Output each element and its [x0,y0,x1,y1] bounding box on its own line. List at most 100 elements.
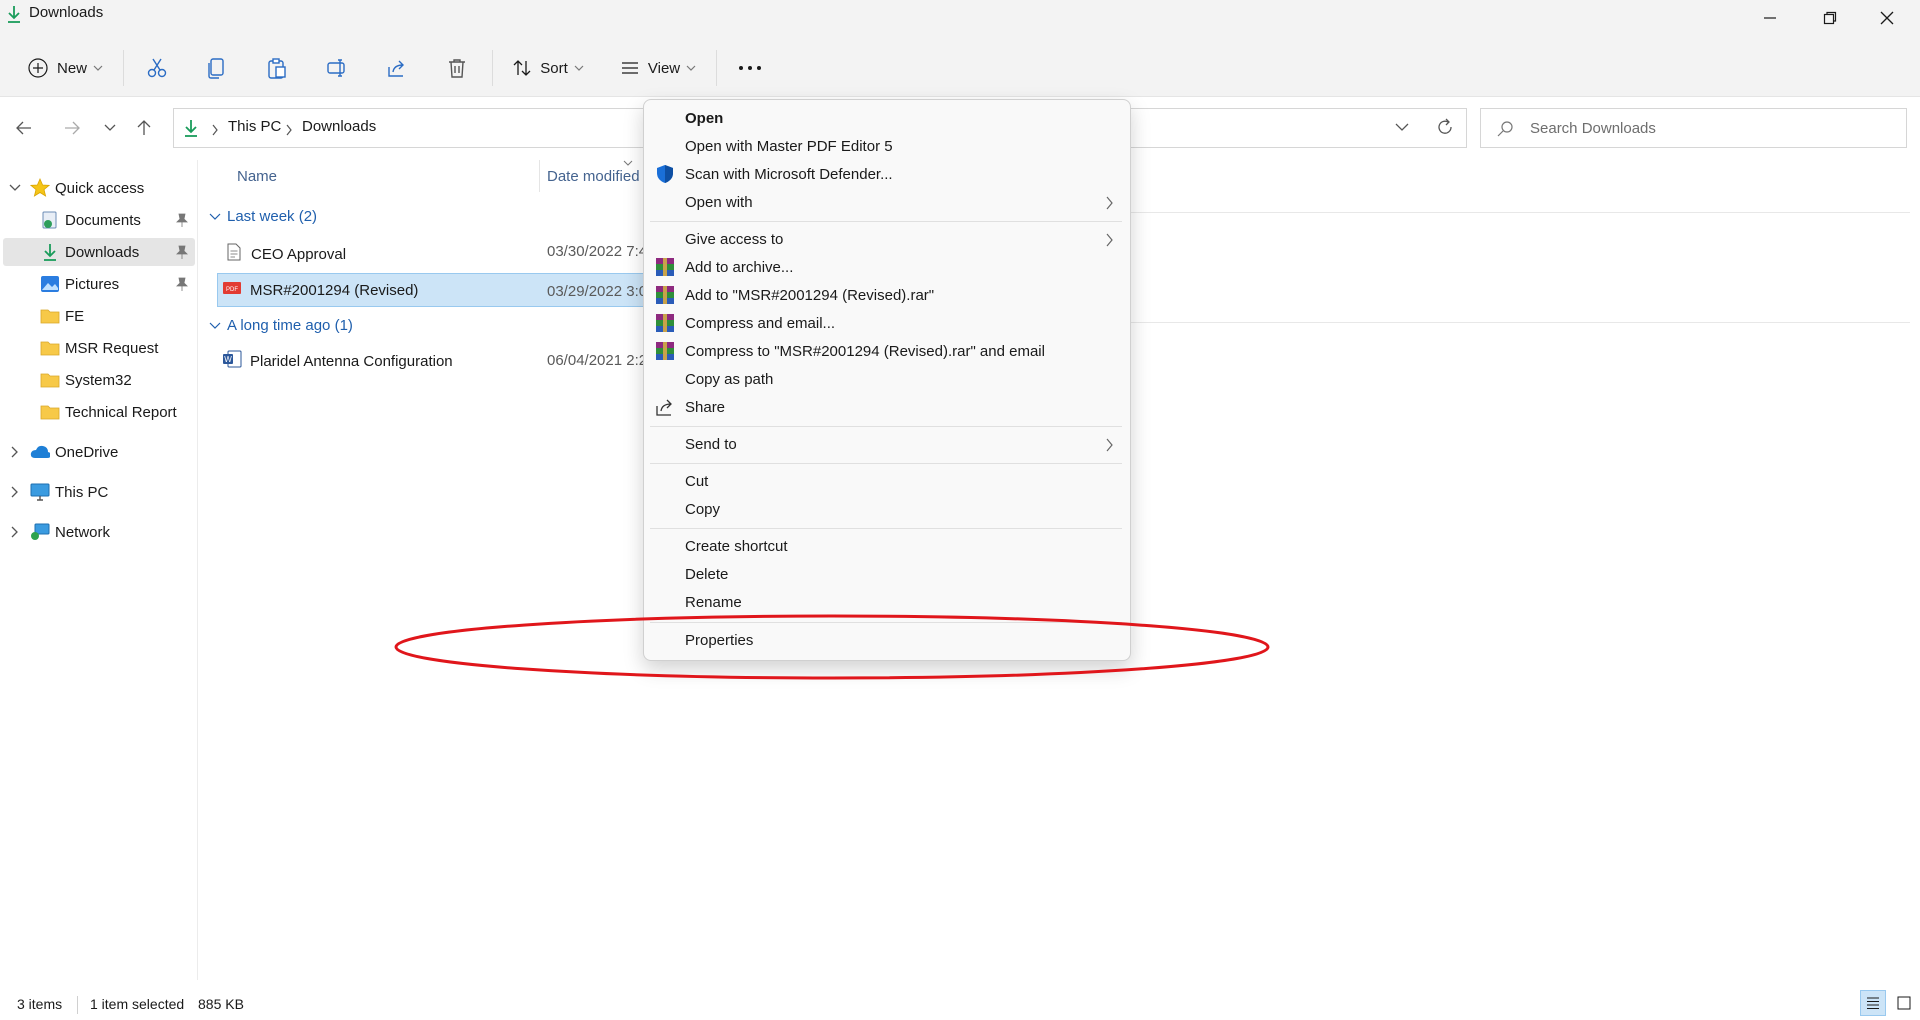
sidebar-item-pictures[interactable]: Pictures [40,270,190,298]
scissors-icon [147,58,167,78]
forward-button[interactable] [62,118,86,140]
menu-item-give-access[interactable]: Give access to [685,231,783,248]
view-button[interactable]: View [615,50,701,86]
delete-button[interactable] [440,50,474,86]
menu-item-send-to[interactable]: Send to [685,436,737,453]
breadcrumb-downloads[interactable]: Downloads [302,118,376,135]
group-header-last-week[interactable]: Last week (2) [209,208,317,225]
status-item-count: 3 items [17,996,63,1012]
cut-button[interactable] [140,50,174,86]
new-button[interactable]: New [22,50,108,86]
sidebar-item-downloads[interactable]: Downloads [40,238,190,266]
sidebar-item-quick-access[interactable]: Quick access [8,174,144,202]
sidebar-item-fe[interactable]: FE [40,302,84,330]
menu-separator [650,221,1122,222]
refresh-icon[interactable] [1436,118,1454,136]
details-view-button[interactable] [1860,990,1886,1016]
sidebar-item-msr-request[interactable]: MSR Request [40,334,158,362]
up-button[interactable] [134,118,158,140]
winrar-icon [656,258,674,276]
sort-button[interactable]: Sort [508,50,588,86]
group-label: A long time ago (1) [227,317,353,334]
address-dropdown-icon[interactable] [1395,122,1409,132]
toolbar-divider [716,50,717,86]
breadcrumb-this-pc[interactable]: This PC [228,118,281,135]
menu-item-copy[interactable]: Copy [685,501,720,518]
menu-item-add-to-rar[interactable]: Add to "MSR#2001294 (Revised).rar" [685,287,934,304]
download-arrow-icon [8,6,20,23]
file-date: 03/30/2022 7:4 [547,243,648,260]
sidebar-item-label: System32 [65,371,132,389]
menu-separator [650,426,1122,427]
paste-button[interactable] [260,50,294,86]
file-name: Plaridel Antenna Configuration [250,352,453,370]
menu-item-compress-to-rar-email[interactable]: Compress to "MSR#2001294 (Revised).rar" … [685,343,1045,360]
chevron-down-icon [93,65,103,71]
sidebar-item-documents[interactable]: Documents [40,206,190,234]
chevron-down-icon [574,65,584,71]
sidebar-item-label: Quick access [55,179,145,197]
sidebar-item-network[interactable]: Network [8,518,110,546]
document-file-icon [227,243,247,266]
file-date: 06/04/2021 2:2 [547,352,648,369]
chevron-down-icon [209,322,221,329]
menu-item-compress-and-email[interactable]: Compress and email... [685,315,835,332]
tiles-view-icon [1897,996,1911,1010]
back-button[interactable] [14,118,38,140]
window-title: Downloads [29,4,104,21]
sidebar-item-label: Documents [65,211,141,229]
sidebar-item-technical-report[interactable]: Technical Report [40,398,177,426]
rename-icon [327,59,345,77]
chevron-right-icon [1106,233,1113,247]
menu-item-open[interactable]: Open [685,110,723,127]
details-view-icon [1867,997,1879,1009]
sidebar-item-label: Network [55,523,111,541]
column-header-date[interactable]: Date modified [547,168,640,185]
recent-locations-button[interactable] [104,120,118,134]
close-icon [1880,11,1894,25]
menu-separator [650,622,1122,623]
column-header-name[interactable]: Name [237,168,277,185]
menu-item-copy-as-path[interactable]: Copy as path [685,371,773,388]
restore-button[interactable] [1800,0,1860,36]
menu-item-scan-defender[interactable]: Scan with Microsoft Defender... [685,166,893,183]
close-button[interactable] [1857,0,1917,36]
winrar-icon [656,314,674,332]
chevron-right-icon [1106,196,1113,210]
arrow-up-icon [137,120,151,135]
pin-icon[interactable] [176,213,188,227]
group-header-long-time-ago[interactable]: A long time ago (1) [209,317,353,334]
sidebar-item-this-pc[interactable]: This PC [8,478,108,506]
arrow-left-icon [16,121,31,135]
tiles-view-button[interactable] [1892,990,1916,1016]
menu-item-delete[interactable]: Delete [685,566,728,583]
file-date: 03/29/2022 3:0 [547,283,648,300]
pin-icon[interactable] [176,245,188,259]
sidebar-item-label: MSR Request [65,339,159,357]
minimize-button[interactable] [1740,0,1800,36]
chevron-right-icon [212,124,218,136]
more-options-button[interactable] [732,50,768,86]
menu-item-open-with[interactable]: Open with [685,194,753,211]
status-size: 885 KB [198,996,244,1012]
menu-item-share[interactable]: Share [685,399,725,416]
share-button[interactable] [380,50,414,86]
pictures-icon [40,274,60,294]
menu-item-properties[interactable]: Properties [685,632,753,649]
menu-item-cut[interactable]: Cut [685,473,708,490]
sidebar-item-onedrive[interactable]: OneDrive [8,438,118,466]
network-icon [30,522,50,542]
menu-item-add-to-archive[interactable]: Add to archive... [685,259,793,276]
menu-item-open-with-master-pdf[interactable]: Open with Master PDF Editor 5 [685,138,893,155]
minimize-icon [1764,17,1776,19]
rename-button[interactable] [320,50,354,86]
pin-icon[interactable] [176,277,188,291]
sidebar-item-system32[interactable]: System32 [40,366,132,394]
sort-label: Sort [540,59,568,77]
download-arrow-icon [40,242,60,262]
menu-item-create-shortcut[interactable]: Create shortcut [685,538,788,555]
copy-button[interactable] [200,50,234,86]
winrar-icon [656,286,674,304]
folder-icon [40,306,60,326]
menu-item-rename[interactable]: Rename [685,594,742,611]
